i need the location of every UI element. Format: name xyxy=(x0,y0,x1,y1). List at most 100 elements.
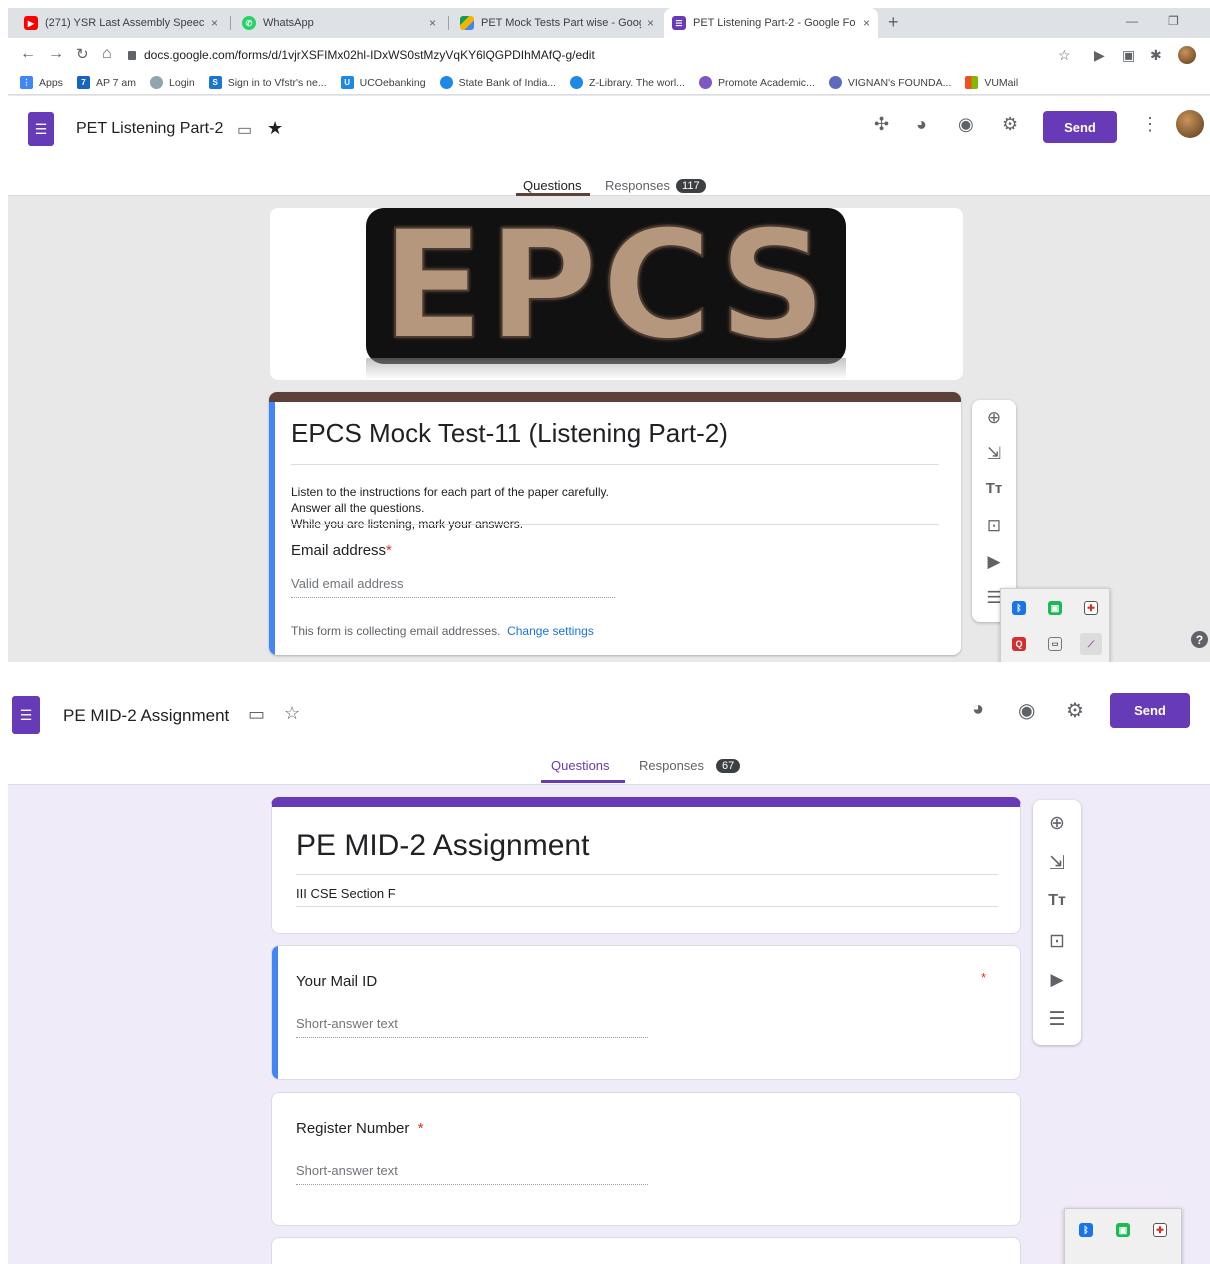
forward-icon[interactable]: → xyxy=(48,45,64,63)
form-description[interactable]: III CSE Section F xyxy=(296,886,396,901)
send-button[interactable]: Send xyxy=(1110,693,1190,728)
form-title-card[interactable]: PE MID-2 Assignment III CSE Section F xyxy=(271,797,1021,934)
add-video-icon[interactable]: ▶ xyxy=(972,552,1016,572)
bookmark-icon xyxy=(698,76,712,89)
profile-avatar[interactable] xyxy=(1178,46,1196,64)
preview-eye-icon[interactable]: ◉ xyxy=(958,114,974,135)
bookmark-vumail[interactable]: VUMail xyxy=(965,76,1018,89)
tab-whatsapp[interactable]: ✆ WhatsApp × xyxy=(234,8,444,38)
bookmark-vfstr[interactable]: S Sign in to Vfstr's ne... xyxy=(208,76,327,89)
tab-responses[interactable]: Responses 67 xyxy=(639,758,741,773)
settings-gear-icon[interactable]: ⚙ xyxy=(1066,698,1084,723)
palette-icon[interactable]: ◕ xyxy=(916,114,927,135)
add-video-icon[interactable]: ▶ xyxy=(1033,970,1081,990)
form-title-card[interactable]: EPCS Mock Test-11 (Listening Part-2) Lis… xyxy=(269,392,961,655)
palette-icon[interactable]: ◕ xyxy=(972,698,984,721)
add-question-icon[interactable]: ⊕ xyxy=(1033,812,1081,835)
minimize-icon[interactable]: — xyxy=(1126,14,1138,28)
url-field[interactable]: docs.google.com/forms/d/1vjrXSFIMx02hl-I… xyxy=(128,44,1188,66)
help-icon[interactable]: ? xyxy=(1191,631,1208,648)
globe-icon xyxy=(570,76,584,89)
tab-questions[interactable]: Questions xyxy=(523,178,582,193)
more-vert-icon[interactable]: ⋮ xyxy=(1141,114,1159,135)
bluetooth-icon[interactable]: ᛒ xyxy=(1079,1223,1093,1237)
note-text: This form is collecting email addresses. xyxy=(291,624,501,638)
tab-drive[interactable]: PET Mock Tests Part wise - Goog × xyxy=(452,8,662,38)
question-card-partial[interactable] xyxy=(271,1237,1021,1264)
label-text: Email address xyxy=(291,542,387,559)
bookmark-star-icon[interactable]: ☆ xyxy=(1058,47,1071,64)
home-icon[interactable]: ⌂ xyxy=(102,45,112,63)
change-settings-link[interactable]: Change settings xyxy=(507,624,594,638)
bookmark-zlibrary[interactable]: Z-Library. The worl... xyxy=(570,76,685,89)
close-tab-icon[interactable]: × xyxy=(863,16,870,30)
addon-puzzle-icon[interactable]: ✣ xyxy=(874,114,889,135)
tray-app-icon[interactable]: ▣ xyxy=(1116,1223,1130,1237)
move-to-folder-icon[interactable]: ▭ xyxy=(237,120,252,140)
tab-responses[interactable]: Responses 117 xyxy=(605,178,706,193)
tab-strip: ▶ (271) YSR Last Assembly Speech × ✆ Wha… xyxy=(8,8,1210,38)
star-outline-icon[interactable]: ☆ xyxy=(284,703,300,724)
question-card-mail[interactable]: Your Mail ID * Short-answer text xyxy=(271,945,1021,1080)
bookmark-vignan[interactable]: VIGNAN's FOUNDA... xyxy=(828,76,951,89)
move-to-folder-icon[interactable]: ▭ xyxy=(248,704,265,725)
bookmark-uco[interactable]: U UCOebanking xyxy=(340,76,426,89)
add-title-icon[interactable]: Tт xyxy=(1033,892,1081,910)
banner-reflection xyxy=(366,358,846,380)
question-card-register[interactable]: Register Number * Short-answer text xyxy=(271,1092,1021,1226)
bookmark-sbi[interactable]: State Bank of India... xyxy=(439,76,556,89)
close-tab-icon[interactable]: × xyxy=(211,16,218,30)
form-heading[interactable]: EPCS Mock Test-11 (Listening Part-2) xyxy=(291,418,728,449)
extension-screen-icon[interactable]: ▣ xyxy=(1122,47,1135,64)
active-tab-indicator xyxy=(516,193,590,196)
add-image-icon[interactable]: ⊡ xyxy=(1033,930,1081,953)
form-title[interactable]: PET Listening Part-2 xyxy=(76,120,223,138)
add-question-icon[interactable]: ⊕ xyxy=(972,408,1016,428)
reload-icon[interactable]: ↻ xyxy=(76,45,89,63)
add-image-icon[interactable]: ⊡ xyxy=(972,516,1016,536)
header-image[interactable]: EPCS xyxy=(270,208,963,380)
question-label: Register Number * xyxy=(296,1120,424,1137)
tab-youtube[interactable]: ▶ (271) YSR Last Assembly Speech × xyxy=(16,8,226,38)
back-icon[interactable]: ← xyxy=(20,45,36,63)
tab-forms-active[interactable]: ☰ PET Listening Part-2 - Google Fo × xyxy=(664,8,878,38)
forms-icon: ☰ xyxy=(672,16,686,30)
close-tab-icon[interactable]: × xyxy=(429,16,436,30)
bookmark-promote[interactable]: Promote Academic... xyxy=(698,76,815,89)
send-button[interactable]: Send xyxy=(1043,111,1117,143)
microsoft-icon xyxy=(965,76,979,89)
account-avatar[interactable] xyxy=(1176,110,1204,138)
restore-icon[interactable]: ❐ xyxy=(1168,14,1179,28)
form-heading[interactable]: PE MID-2 Assignment xyxy=(296,829,589,863)
form-title[interactable]: PE MID-2 Assignment xyxy=(63,706,229,726)
bookmark-apps[interactable]: ⋮ Apps xyxy=(20,76,63,89)
close-tab-icon[interactable]: × xyxy=(647,16,654,30)
settings-gear-icon[interactable]: ⚙ xyxy=(1002,114,1018,135)
bookmark-ap7am[interactable]: 7 AP 7 am xyxy=(76,76,136,89)
add-section-icon[interactable]: ☰ xyxy=(1033,1008,1081,1031)
shield-icon[interactable]: ✚ xyxy=(1153,1223,1167,1237)
preview-eye-icon[interactable]: ◉ xyxy=(1018,698,1035,723)
pen-icon[interactable]: ⟋ xyxy=(1080,633,1102,655)
star-icon[interactable]: ★ xyxy=(267,118,283,139)
tab-questions[interactable]: Questions xyxy=(551,758,610,773)
tray-app-icon[interactable]: ▣ xyxy=(1048,601,1062,615)
extension-play-icon[interactable]: ▶ xyxy=(1094,47,1105,64)
extensions-puzzle-icon[interactable]: ✱ xyxy=(1150,47,1162,64)
google-forms-logo[interactable]: ☰ xyxy=(12,696,40,734)
bookmark-login[interactable]: Login xyxy=(150,76,195,89)
shield-icon[interactable]: ✚ xyxy=(1084,601,1098,615)
quick-heal-icon[interactable]: Q xyxy=(1012,637,1026,651)
bluetooth-icon[interactable]: ᛒ xyxy=(1012,601,1026,615)
tab-label: Responses xyxy=(605,178,671,193)
form-header-2: ☰ PE MID-2 Assignment ▭ ☆ ◕ ◉ ⚙ Send Que… xyxy=(8,680,1210,785)
import-questions-icon[interactable]: ⇲ xyxy=(1033,852,1081,875)
bookmark-label: Promote Academic... xyxy=(717,76,815,89)
add-title-icon[interactable]: Tт xyxy=(972,480,1016,497)
import-questions-icon[interactable]: ⇲ xyxy=(972,444,1016,464)
keyboard-icon[interactable]: ▭ xyxy=(1048,637,1062,651)
new-tab-button[interactable]: + xyxy=(888,12,899,33)
google-forms-logo[interactable]: ☰ xyxy=(28,112,54,146)
tab-label: Responses xyxy=(639,758,705,773)
url-text: docs.google.com/forms/d/1vjrXSFIMx02hl-I… xyxy=(144,48,595,62)
